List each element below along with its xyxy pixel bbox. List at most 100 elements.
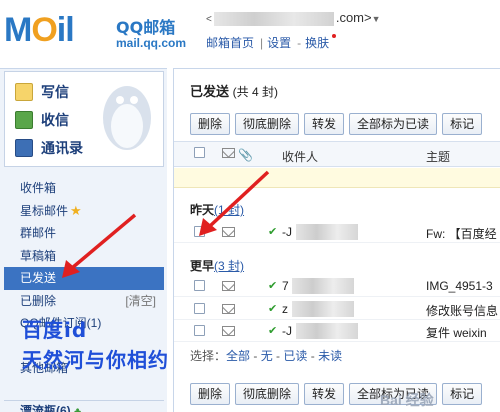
inbox-label: 收信 [41,112,69,128]
star-icon: ★ [70,202,82,218]
forward-button[interactable]: 转发 [304,113,345,135]
sent-check-icon: ✔ [268,325,278,337]
sidebar-item-inbox[interactable]: 收件箱 [4,177,164,200]
mail-subject: 修改账号信息 [426,304,499,318]
sidebar-item-deleted[interactable]: 已删除 [清空] [4,290,164,313]
mark-as-button[interactable]: 标记 [442,113,483,135]
chevron-down-icon[interactable]: ▼ [372,14,381,24]
table-row[interactable]: ✔ z 修改账号信息 [174,298,500,320]
sidebar-item-drafts[interactable]: 草稿箱 [4,245,164,268]
table-row[interactable]: ✔ 7 IMG_4951-3 [174,275,500,297]
mail-subject: 复件 weixin [426,326,487,340]
attachment-icon: 📎 [238,148,253,162]
column-subject[interactable]: 主题 [426,148,450,165]
select-label: 选择： [190,349,227,363]
permanent-delete-button[interactable]: 彻底删除 [235,383,300,405]
sidebar-item-label: 已发送 [20,271,57,285]
contacts-label: 通讯录 [41,140,83,156]
sidebar-item-drift-bottle[interactable]: 漂流瓶(6) ♣ [4,400,164,412]
top-toolbar: 删除 彻底删除 转发 全部标为已读 标记 [190,113,483,137]
inbox-button[interactable]: 收信 [15,108,115,132]
empty-trash-link[interactable]: [清空] [125,290,156,312]
select-all-checkbox[interactable] [194,147,205,158]
row-checkbox[interactable] [194,280,205,291]
row-checkbox[interactable] [194,325,205,336]
compose-button[interactable]: 写信 [15,80,115,104]
baidu-jingyan-watermark: Bai 经验 [380,392,434,408]
envelope-open-icon [222,304,235,314]
overlay-caption-line2: 天然河与你相约 [22,348,169,372]
notification-dot-icon [332,34,337,38]
bottom-toolbar: 删除 彻底删除 转发 全部标为已读 标记 [190,383,483,407]
plant-icon: ♣ [74,406,82,412]
recipient-prefix: -J [282,225,292,239]
mark-as-button[interactable]: 标记 [442,383,483,405]
mail-subject: Fw: 【百度经 [426,227,497,241]
link-mail-home[interactable]: 邮箱首页 [206,36,254,50]
sidebar-item-label: 已删除 [20,293,57,308]
inbox-download-icon [15,111,33,129]
logo-domain: mail.qq.com [116,36,187,50]
recipient-prefix: 7 [282,279,289,293]
recipient-blur [296,323,358,339]
sidebar-item-label: 星标邮件 [20,203,69,218]
delete-button[interactable]: 删除 [190,383,231,405]
row-checkbox[interactable] [194,226,205,237]
contacts-button[interactable]: 通讯录 [15,136,115,160]
sidebar-item-label: 收件箱 [20,181,57,195]
recipient-prefix: -J [282,324,292,338]
top-links: 邮箱首页 | 设置 - 换肤 [206,34,338,51]
row-checkbox[interactable] [194,303,205,314]
group-header-yesterday: 昨天(1 封) [190,201,244,218]
select-unread-link[interactable]: 未读 [318,349,342,363]
sidebar-item-sent[interactable]: 已发送 [4,267,164,290]
envelope-open-icon [222,326,235,336]
recipient-blur [292,301,354,317]
logo-mail-text: MOil [4,11,75,49]
folder-title: 已发送 [190,84,230,99]
sidebar-item-group-mail[interactable]: 群邮件 [4,222,164,245]
group-header-earlier: 更早(3 封) [190,257,244,274]
select-bar: 选择：全部 - 无 - 已读 - 未读 [190,349,343,363]
group-count-link[interactable]: (1 封) [214,203,244,217]
main-panel: 已发送 (共 4 封) 删除 彻底删除 转发 全部标为已读 标记 📎 收件人 主… [173,68,500,412]
envelope-open-icon [222,227,235,237]
contacts-book-icon [15,139,33,157]
quick-actions-box: 写信 收信 通讯录 [4,71,164,167]
notice-bar [174,168,500,188]
forward-button[interactable]: 转发 [304,383,345,405]
mark-all-read-button[interactable]: 全部标为已读 [349,113,438,135]
app-header: MOil QQ邮箱 mail.qq.com < .com>▼ 邮箱首页 | 设置 - 换肤 [0,0,500,62]
link-skin[interactable]: 换肤 [305,36,329,50]
compose-label: 写信 [41,84,69,100]
column-recipient[interactable]: 收件人 [282,148,318,165]
select-all-link[interactable]: 全部 [226,349,250,363]
sidebar-item-label: 漂流瓶(6) [20,404,71,412]
overlay-caption-line1: 百度id [22,318,88,342]
table-row[interactable]: ✔ -J Fw: 【百度经 [174,221,500,243]
account-suffix: .com> [335,10,372,25]
sidebar-item-label: 群邮件 [20,226,57,240]
mail-count: (共 4 封) [232,85,278,99]
link-settings[interactable]: 设置 [267,36,291,50]
sent-check-icon: ✔ [268,280,278,292]
sent-check-icon: ✔ [268,226,278,238]
sidebar-item-label: 草稿箱 [20,248,57,263]
recipient-blur [296,224,358,240]
qq-mail-logo[interactable]: MOil QQ邮箱 mail.qq.com [4,6,187,52]
permanent-delete-button[interactable]: 彻底删除 [235,113,300,135]
account-name[interactable]: < .com>▼ [206,10,381,26]
logo-brand: QQ邮箱 [116,18,176,37]
select-read-link[interactable]: 已读 [283,349,307,363]
page-title: 已发送 (共 4 封) [190,81,278,100]
select-none-link[interactable]: 无 [261,349,273,363]
sent-check-icon: ✔ [268,303,278,315]
delete-button[interactable]: 删除 [190,113,231,135]
group-label: 昨天 [190,203,215,217]
recipient-prefix: z [282,302,288,316]
sidebar-item-starred[interactable]: 星标邮件 ★ [4,200,164,223]
recipient-blur [292,278,354,294]
group-count-link[interactable]: (3 封) [214,259,244,273]
account-email-blur [213,11,334,26]
table-row[interactable]: ✔ -J 复件 weixin [174,320,500,342]
